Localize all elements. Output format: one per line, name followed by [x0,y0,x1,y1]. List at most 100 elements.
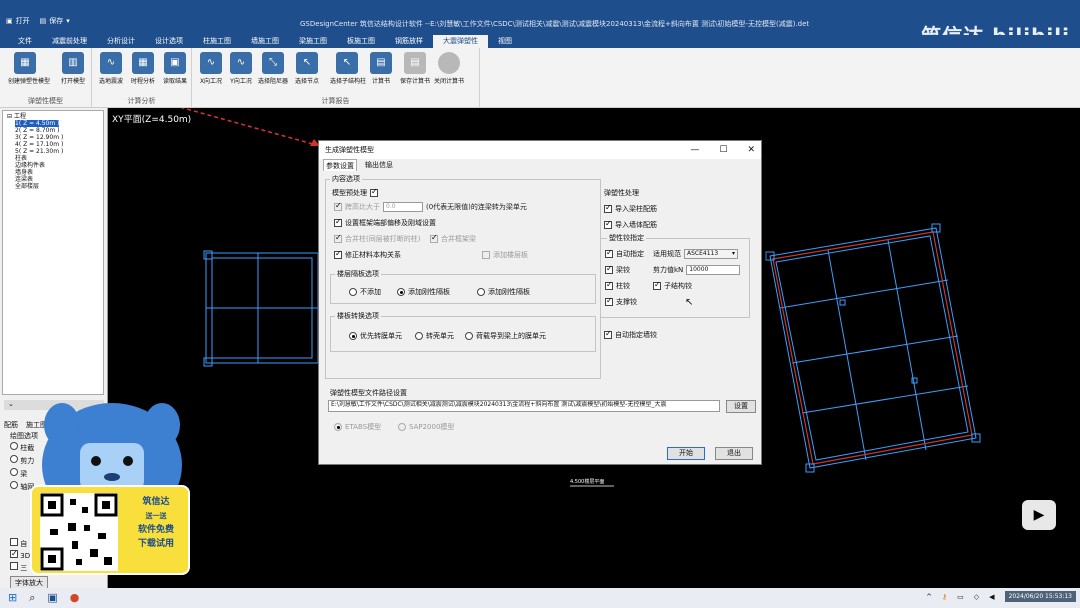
sub-structure-hinge-option[interactable]: 子结构铰 [653,280,692,291]
format-etabs[interactable]: ETABS模型 [334,422,381,432]
menu-column-drawing[interactable]: 柱施工图 [193,35,241,48]
menu-elastoplastic[interactable]: 大震弹塑性 [433,35,488,48]
y-case-button[interactable]: ∿ Y向工况 [224,52,258,85]
label: 设置框架端部偏移及刚域设置 [345,219,436,227]
format-sap2000[interactable]: SAP2000模型 [398,422,454,432]
menu-rebar-layout[interactable]: 钢筋放样 [385,35,433,48]
menu-damping-preprocess[interactable]: 减震前处理 [42,35,97,48]
checkbox [605,264,613,274]
radio-circle [477,288,485,296]
key-icon[interactable]: ⚷ [942,593,947,601]
create-model-button[interactable]: ▦ 创建弹塑性模型 [8,52,50,85]
path-input[interactable]: E:\刘慧敏\工作文件\CSDC\测试相关\减震测试\减震模块20240313\… [328,400,720,412]
tree-floor-4[interactable]: 4( Z = 17.10m ) [7,141,99,148]
damper-icon: ⤡ [262,52,284,74]
span-ratio-input[interactable]: 0.0 [383,202,423,212]
merge-beam-option[interactable]: 合并框架梁 [430,233,476,244]
material-fix-option[interactable]: 修正材料本构关系 [334,249,401,260]
qr-card: 筑信达 送一送 软件免费 下载试用 [30,485,190,575]
chevron-up-icon[interactable]: ^ [926,593,932,601]
menu-wall-drawing[interactable]: 墙施工图 [241,35,289,48]
slab-load-membrane[interactable]: 荷载导到梁上的膜单元 [465,331,546,341]
tree-root[interactable]: ⊟ 工程 [7,113,99,120]
tree-item-edge-table[interactable]: 边缘构件表 [7,162,99,169]
tab-output[interactable]: 输出信息 [363,159,395,171]
radio-circle [397,288,405,296]
minimize-icon[interactable]: — [690,141,699,159]
checkbox [370,187,378,197]
open-button[interactable]: ▣ 打开 [6,16,30,26]
exit-button[interactable]: 退出 [715,447,753,460]
tree-floor-2[interactable]: 2( Z = 8.70m ) [7,127,99,134]
merge-column-option[interactable]: 合并柱(同层被打断的柱) [334,233,420,244]
menu-design-options[interactable]: 设计选项 [145,35,193,48]
menu-slab-drawing[interactable]: 板施工图 [337,35,385,48]
menu-view[interactable]: 视图 [488,35,522,48]
taskbar-left: ⊞ ⌕ ▣ ● [8,591,79,605]
menu-analysis[interactable]: 分析设计 [97,35,145,48]
save-report-button[interactable]: ▤ 保存计算书 [398,52,432,85]
group-label: 楼层隔板选项 [335,269,381,279]
select-damper-button[interactable]: ⤡ 选择阻尼器 [256,52,290,85]
partition-rigid[interactable]: 添加刚性隔板 [397,287,450,297]
time-history-button[interactable]: ▦ 时程分析 [126,52,160,85]
import-beam-rebar[interactable]: 导入梁柱配筋 [604,203,657,214]
partition-rigid-2[interactable]: 添加刚性隔板 [477,287,530,297]
volume-icon[interactable]: ◀ [989,593,994,601]
brace-hinge-option[interactable]: 支撑铰 [605,296,637,307]
powerpoint-icon[interactable]: ● [70,591,80,605]
beam-hinge-option[interactable]: 梁铰 [605,264,630,275]
import-wall-rebar[interactable]: 导入墙体配筋 [604,219,657,230]
checkbox[interactable] [334,201,342,211]
menu-file[interactable]: 文件 [8,35,42,48]
radio-circle [415,332,423,340]
network-icon[interactable]: ◇ [974,593,979,601]
shear-input[interactable]: 10000 [686,265,741,275]
read-results-button[interactable]: ▣ 读取结果 [158,52,192,85]
select-node-button[interactable]: ↖ 选择节点 [290,52,324,85]
open-model-button[interactable]: ▥ 打开模型 [56,52,90,85]
checkbox [605,296,613,306]
label: 添加楼层板 [493,251,528,259]
select-wave-button[interactable]: ∿ 选地震波 [94,52,128,85]
tab-parameters[interactable]: 参数设置 [323,159,357,171]
column-hinge-option[interactable]: 柱铰 [605,280,630,291]
dialog-tabs: 参数设置 输出信息 [319,159,761,171]
menu-beam-drawing[interactable]: 梁施工图 [289,35,337,48]
add-slab-option[interactable]: 添加楼层板 [482,250,528,260]
tree-item-column-table[interactable]: 柱表 [7,155,99,162]
checkbox [10,538,18,546]
partition-none[interactable]: 不添加 [349,287,381,297]
tree-item-link-beam-table[interactable]: 连梁表 [7,176,99,183]
close-report-button[interactable]: 关闭计算书 [432,52,466,85]
slab-membrane[interactable]: 优先转膜单元 [349,331,402,341]
tab-rebar[interactable]: 配筋 [4,420,18,430]
path-settings-button[interactable]: 设置 [726,400,756,413]
preprocess-toggle[interactable]: 模型预处理 [332,187,378,198]
tree-item-wall-table[interactable]: 墙身表 [7,169,99,176]
select-sub-column-button[interactable]: ↖ 选择子结构柱 [330,52,366,85]
clock[interactable]: 2024/06/20 15:53:13 [1004,591,1076,602]
close-icon[interactable]: ✕ [747,141,755,159]
offset-option[interactable]: 设置框架端部偏移及刚域设置 [334,217,436,228]
chevron-down-icon[interactable]: ▾ [66,17,70,25]
auto-assign-option[interactable]: 自动指定 [605,248,644,259]
mouse-cursor-icon: ↖ [685,297,694,308]
report-button[interactable]: ▤ 计算书 [364,52,398,85]
auto-wall-hinge-option[interactable]: 自动指定墙铰 [604,329,657,340]
tree-item-all-floors[interactable]: 全部楼层 [7,183,99,190]
save-button[interactable]: ▤ 保存 ▾ [40,16,70,26]
slab-shell[interactable]: 转壳单元 [415,331,454,341]
app-icon[interactable]: ▣ [47,591,57,605]
code-select[interactable]: ASCE4113 ▾ [684,249,738,259]
tree-floor-3[interactable]: 3( Z = 12.90m ) [7,134,99,141]
tree-floor-5[interactable]: 5( Z = 21.30m ) [7,148,99,155]
windows-start-icon[interactable]: ⊞ [8,591,17,605]
battery-icon[interactable]: ▭ [957,593,964,601]
checkbox [604,329,612,339]
tree-floor-1[interactable]: 1( Z = 4.50m ) [7,120,99,127]
search-icon[interactable]: ⌕ [29,591,35,605]
x-case-button[interactable]: ∿ X向工况 [194,52,228,85]
maximize-icon[interactable]: ☐ [719,141,727,159]
start-button[interactable]: 开始 [667,447,705,460]
